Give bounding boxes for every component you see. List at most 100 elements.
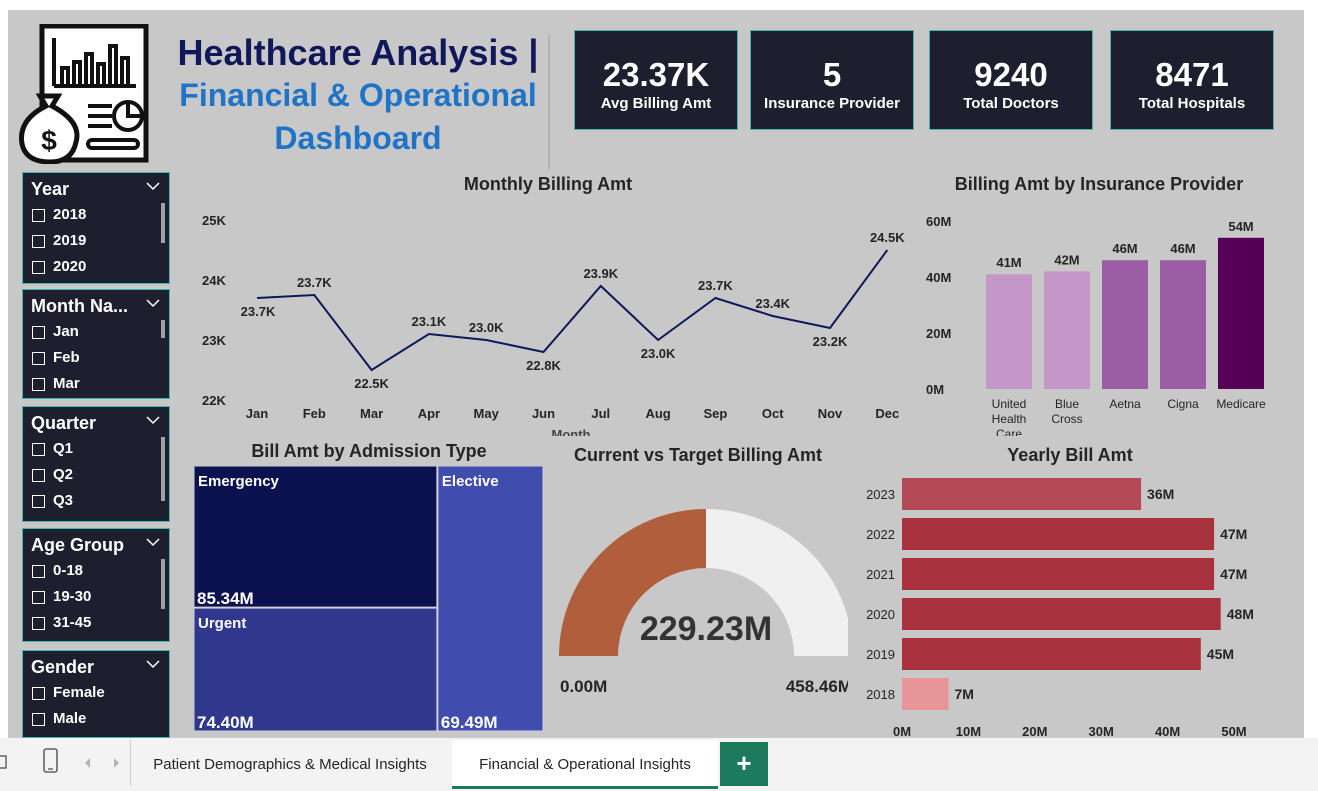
x-tick-label: Feb	[303, 406, 326, 421]
x-tick-label: Cross	[1051, 412, 1082, 426]
slicer-gender[interactable]: Gender Female Male	[22, 650, 170, 738]
add-page-button[interactable]: +	[720, 742, 768, 786]
slicer-age-group[interactable]: Age Group 0-18 19-30 31-45	[22, 528, 170, 642]
treemap-value-label: 85.34M	[197, 589, 254, 608]
checkbox[interactable]	[32, 494, 45, 508]
checkbox[interactable]	[32, 616, 45, 630]
slicer-item[interactable]: Female	[23, 680, 169, 706]
x-tick-label: Sep	[703, 406, 727, 421]
slicer-item[interactable]: Q2	[23, 462, 169, 488]
checkbox[interactable]	[32, 564, 45, 578]
slicer-item[interactable]: Q1	[23, 436, 169, 462]
kpi-label: Total Hospitals	[1138, 95, 1246, 112]
x-tick-label: Aetna	[1109, 397, 1141, 411]
slicer-item[interactable]: 2019	[23, 228, 169, 254]
checkbox[interactable]	[32, 712, 45, 726]
checkbox[interactable]	[32, 260, 45, 274]
slicer-month-name[interactable]: Month Na... Jan Feb Mar	[22, 289, 170, 399]
slicer-item[interactable]: Feb	[23, 345, 169, 371]
slicer-year[interactable]: Year 2018 2019 2020	[22, 172, 170, 284]
slicer-item[interactable]: Jan	[23, 319, 169, 345]
checkbox[interactable]	[32, 468, 45, 482]
slicer-item[interactable]: 0-18	[23, 558, 169, 584]
y-tick-label: 60M	[926, 214, 951, 229]
scrollbar[interactable]	[161, 203, 165, 243]
page-tab-bar: Patient Demographics & Medical Insights …	[0, 738, 1318, 791]
x-tick-label: 30M	[1089, 724, 1114, 738]
kpi-value: 9240	[974, 56, 1048, 93]
scrollbar[interactable]	[161, 437, 165, 501]
kpi-card-total-hospitals: 8471 Total Hospitals	[1110, 30, 1274, 130]
checkbox[interactable]	[32, 377, 45, 391]
insurance-bar	[1160, 260, 1206, 389]
x-tick-label: Mar	[360, 406, 383, 421]
chevron-right-icon[interactable]	[112, 757, 120, 769]
checkbox[interactable]	[32, 325, 45, 339]
chevron-down-icon[interactable]	[146, 298, 160, 308]
billing-line-series	[256, 249, 889, 372]
gauge-value-label: 229.23M	[640, 610, 772, 648]
tab-financial-operational[interactable]: Financial & Operational Insights	[452, 740, 718, 789]
scrollbar[interactable]	[161, 320, 165, 338]
chevron-left-icon[interactable]	[84, 757, 92, 769]
slicer-item[interactable]: Male	[23, 706, 169, 732]
data-label: 22.5K	[354, 376, 389, 391]
y-tick-label: 2020	[866, 607, 895, 622]
checkbox[interactable]	[32, 686, 45, 700]
x-tick-label: Jun	[532, 406, 555, 421]
header-divider	[548, 34, 550, 170]
x-tick-label: May	[474, 406, 500, 421]
yearly-bar	[902, 478, 1142, 510]
x-tick-label: Health	[992, 412, 1027, 426]
data-label: 23.0K	[641, 346, 676, 361]
desktop-view-icon[interactable]	[0, 752, 10, 774]
chevron-down-icon[interactable]	[146, 415, 160, 425]
slicer-item[interactable]: 2020	[23, 254, 169, 280]
data-label: 24.5K	[870, 230, 905, 245]
mobile-view-icon[interactable]	[42, 748, 60, 774]
scrollbar[interactable]	[161, 559, 165, 609]
data-label: 23.7K	[241, 304, 276, 319]
kpi-card-total-doctors: 9240 Total Doctors	[929, 30, 1093, 130]
data-label: 42M	[1054, 252, 1079, 267]
slicer-item[interactable]: Mar	[23, 371, 169, 397]
insurance-bar	[986, 274, 1032, 389]
x-tick-label: 0M	[893, 724, 911, 738]
x-axis-title: Month	[552, 427, 591, 436]
yearly-bar	[902, 558, 1215, 590]
svg-text:$: $	[41, 125, 57, 156]
slicer-item[interactable]: 2018	[23, 202, 169, 228]
slicer-quarter[interactable]: Quarter Q1 Q2 Q3	[22, 406, 170, 522]
monthly-billing-title: Monthly Billing Amt	[463, 174, 633, 194]
chevron-down-icon[interactable]	[146, 181, 160, 191]
slicer-item[interactable]: Q3	[23, 488, 169, 514]
checkbox[interactable]	[32, 442, 45, 456]
yearly-bar	[902, 638, 1201, 670]
x-tick-label: 10M	[956, 724, 981, 738]
y-tick-label: 0M	[926, 382, 944, 397]
x-tick-label: Oct	[762, 406, 784, 421]
y-tick-label: 2022	[866, 527, 895, 542]
target-billing-gauge: 229.23M 0.00M 458.46M	[559, 509, 848, 696]
insurance-bar	[1218, 237, 1264, 389]
checkbox[interactable]	[32, 351, 45, 365]
slicer-item[interactable]: 31-45	[23, 610, 169, 636]
x-tick-label: Jan	[246, 406, 268, 421]
checkbox[interactable]	[32, 234, 45, 248]
kpi-label: Total Doctors	[963, 95, 1059, 112]
data-label: 23.4K	[755, 296, 790, 311]
y-tick-label: 40M	[926, 270, 951, 285]
checkbox[interactable]	[32, 590, 45, 604]
checkbox[interactable]	[32, 208, 45, 222]
slicer-item[interactable]: 19-30	[23, 584, 169, 610]
chevron-down-icon[interactable]	[146, 537, 160, 547]
kpi-value: 5	[822, 56, 842, 93]
insurance-provider-title: Billing Amt by Insurance Provider	[954, 174, 1244, 194]
data-label: 23.7K	[698, 278, 733, 293]
tab-patient-demographics[interactable]: Patient Demographics & Medical Insights	[130, 740, 449, 786]
data-label: 23.2K	[813, 334, 848, 349]
yearly-bill-bar-chart: 2023 36M 2022 47M 2021 47M 2020 48M 2019 45M 2018 7…	[866, 478, 1254, 738]
chevron-down-icon[interactable]	[146, 659, 160, 669]
kpi-card-avg-billing: 23.37K Avg Billing Amt	[574, 30, 738, 130]
x-tick-label: Blue	[1055, 397, 1079, 411]
